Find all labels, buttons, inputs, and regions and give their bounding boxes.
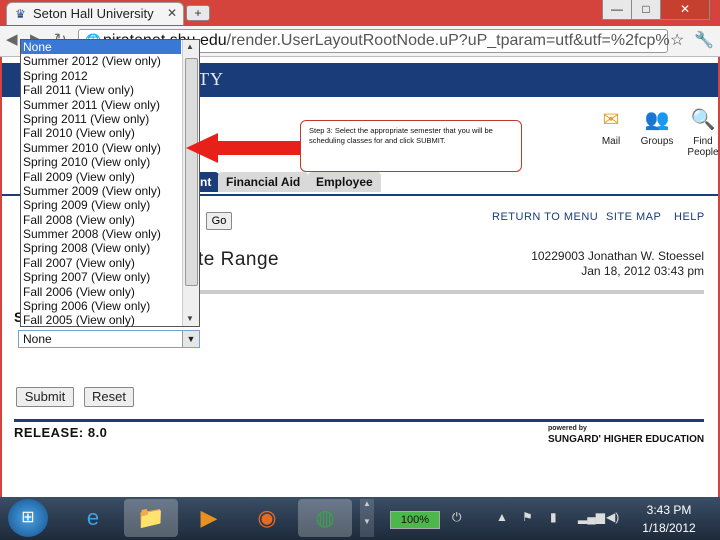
title-bar: ♛ Seton Hall University ✕ + — □ ✕ xyxy=(0,0,720,26)
page-title: te Range xyxy=(198,249,280,270)
dropdown-option[interactable]: Fall 2009 (View only) xyxy=(21,170,181,184)
tab-financial-aid[interactable]: Financial Aid xyxy=(218,172,309,192)
dropdown-option[interactable]: Spring 2010 (View only) xyxy=(21,155,181,169)
dropdown-option[interactable]: Fall 2007 (View only) xyxy=(21,256,181,270)
submit-button[interactable]: Submit xyxy=(16,387,74,407)
system-clock[interactable]: 3:43 PM 1/18/2012 xyxy=(632,501,706,537)
find-people-link[interactable]: 🔍 Find People xyxy=(686,107,720,158)
banner-text: TY xyxy=(198,69,224,89)
user-info: 10229003 Jonathan W. Stoessel Jan 18, 20… xyxy=(510,249,704,279)
battery-indicator: 100% xyxy=(390,511,440,529)
crown-icon: ♛ xyxy=(15,7,26,21)
chrome-icon[interactable]: ◍ xyxy=(298,499,352,537)
maximize-button[interactable]: □ xyxy=(631,0,661,20)
taskbar-scroll[interactable]: ▲ ▼ xyxy=(360,499,374,537)
groups-link[interactable]: 👥 Groups xyxy=(640,107,674,147)
windows-start-icon[interactable]: ⊞ xyxy=(8,499,48,537)
scroll-up-icon[interactable]: ▲ xyxy=(186,42,194,51)
clock-date: 1/18/2012 xyxy=(642,521,696,535)
back-icon[interactable]: ◀ xyxy=(6,30,18,48)
mail-label: Mail xyxy=(601,136,621,147)
url-path: /render.UserLayoutRootNode.uP?uP_tparam=… xyxy=(226,32,670,49)
vendor-logo: SUNGARD' HIGHER EDUCATION xyxy=(548,434,705,445)
wrench-icon[interactable]: 🔧 xyxy=(694,30,714,50)
firefox-icon[interactable]: ◉ xyxy=(240,499,294,537)
tab-employee[interactable]: Employee xyxy=(308,172,381,192)
divider xyxy=(198,290,704,294)
groups-label: Groups xyxy=(640,136,674,147)
pointer-arrow-icon xyxy=(186,133,218,163)
dropdown-option[interactable]: Spring 2006 (View only) xyxy=(21,299,181,313)
find-icon: 🔍 xyxy=(690,109,716,131)
dropdown-option[interactable]: Summer 2011 (View only) xyxy=(21,98,181,112)
close-button[interactable]: ✕ xyxy=(660,0,710,20)
release-label: RELEASE: 8.0 xyxy=(14,425,108,440)
pointer-arrow-body xyxy=(216,141,302,155)
dropdown-option[interactable]: Spring 2011 (View only) xyxy=(21,112,181,126)
option-list: None Summer 2012 (View only) Spring 2012 Fa… xyxy=(21,40,181,328)
term-select[interactable]: None ▼ xyxy=(18,330,200,348)
dropdown-scrollbar[interactable]: ▲ ▼ xyxy=(182,40,199,326)
dropdown-option[interactable]: Fall 2011 (View only) xyxy=(21,83,181,97)
explorer-icon[interactable]: 📁 xyxy=(124,499,178,537)
dropdown-option[interactable]: Fall 2006 (View only) xyxy=(21,285,181,299)
dropdown-option[interactable]: None xyxy=(21,40,181,55)
mail-icon: ✉ xyxy=(602,109,620,131)
ie-icon[interactable]: e xyxy=(66,499,120,537)
tray-expand-icon[interactable]: ▲ xyxy=(496,510,508,524)
media-player-icon[interactable]: ▶ xyxy=(182,499,236,537)
chevron-down-icon[interactable]: ▼ xyxy=(182,331,199,347)
dropdown-option[interactable]: Summer 2010 (View only) xyxy=(21,141,181,155)
callout-text: Step 3: Select the appropriate semester … xyxy=(309,126,493,145)
dropdown-option[interactable]: Spring 2009 (View only) xyxy=(21,198,181,212)
mail-link[interactable]: ✉ Mail xyxy=(598,107,624,147)
term-select-value: None xyxy=(23,332,52,346)
dropdown-option[interactable]: Summer 2012 (View only) xyxy=(21,54,181,68)
dropdown-option[interactable]: Spring 2008 (View only) xyxy=(21,241,181,255)
bookmark-star-icon[interactable]: ☆ xyxy=(670,30,684,50)
user-name: 10229003 Jonathan W. Stoessel xyxy=(531,249,704,263)
return-to-menu-link[interactable]: RETURN TO MENU xyxy=(492,211,598,223)
find-people-label: Find People xyxy=(687,136,719,158)
battery-icon[interactable]: ▮ xyxy=(550,510,557,524)
network-icon[interactable]: ▂▄▆ xyxy=(578,510,605,524)
browser-tab[interactable]: ♛ Seton Hall University ✕ xyxy=(6,2,184,25)
dropdown-option[interactable]: Summer 2009 (View only) xyxy=(21,184,181,198)
scroll-thumb[interactable] xyxy=(185,58,198,286)
go-button[interactable]: Go xyxy=(206,212,232,230)
site-map-link[interactable]: SITE MAP xyxy=(606,211,661,223)
reset-button[interactable]: Reset xyxy=(84,387,134,407)
dropdown-option[interactable]: Fall 2008 (View only) xyxy=(21,213,181,227)
tab-title: Seton Hall University xyxy=(33,6,154,21)
volume-icon[interactable]: ◀) xyxy=(606,510,619,524)
taskbar: ⊞ e 📁 ▶ ◉ ◍ ▲ ▼ 100% ⏻ ▲ ⚑ ▮ ▂▄▆ ◀) 3:43 … xyxy=(0,497,720,540)
dropdown-option[interactable]: Spring 2007 (View only) xyxy=(21,270,181,284)
power-plug-icon[interactable]: ⏻ xyxy=(452,510,462,525)
dropdown-option[interactable]: Fall 2005 (View only) xyxy=(21,313,181,327)
clock-time: 3:43 PM xyxy=(646,503,692,517)
new-tab-button[interactable]: + xyxy=(186,5,210,21)
powered-by: powered by xyxy=(548,425,587,432)
scroll-down-icon[interactable]: ▼ xyxy=(186,314,194,323)
term-dropdown-list[interactable]: None Summer 2012 (View only) Spring 2012 Fa… xyxy=(20,39,200,327)
dropdown-option[interactable]: Fall 2010 (View only) xyxy=(21,126,181,140)
tab-close-icon[interactable]: ✕ xyxy=(167,6,177,20)
dropdown-option[interactable]: Summer 2008 (View only) xyxy=(21,227,181,241)
dropdown-option[interactable]: Spring 2012 xyxy=(21,69,181,83)
footer-divider xyxy=(14,419,704,422)
instruction-callout: Step 3: Select the appropriate semester … xyxy=(300,120,522,172)
timestamp: Jan 18, 2012 03:43 pm xyxy=(581,264,704,278)
groups-icon: 👥 xyxy=(644,109,670,131)
minimize-button[interactable]: — xyxy=(602,0,632,20)
flag-icon[interactable]: ⚑ xyxy=(522,510,533,524)
help-link[interactable]: HELP xyxy=(674,211,705,223)
